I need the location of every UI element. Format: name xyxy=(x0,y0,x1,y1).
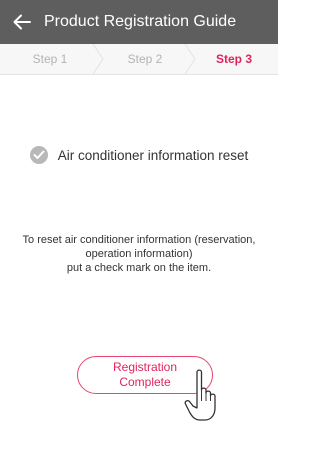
reset-option-row[interactable]: Air conditioner information reset xyxy=(0,146,278,164)
instruction-line-2: operation information) xyxy=(85,248,193,260)
step-indicator: Step 1 Step 2 Step 3 xyxy=(0,44,278,75)
instruction-text: To reset air conditioner information (re… xyxy=(10,233,268,275)
app-header: Product Registration Guide xyxy=(0,0,278,44)
step-3-active: Step 3 xyxy=(215,52,252,66)
step-2: Step 2 xyxy=(127,52,163,66)
step-1: Step 1 xyxy=(32,52,68,66)
instruction-line-1: To reset air conditioner information (re… xyxy=(22,234,256,246)
check-circle-icon[interactable] xyxy=(29,146,48,164)
hand-pointer-icon xyxy=(184,369,216,421)
registration-label-line-2: Complete xyxy=(119,375,171,389)
reset-option-label: Air conditioner information reset xyxy=(57,147,249,163)
back-arrow-icon[interactable] xyxy=(12,12,32,32)
product-registration-screen: Product Registration Guide Step 1 Step 2… xyxy=(0,0,278,466)
instruction-line-3: put a check mark on the item. xyxy=(66,262,212,274)
registration-complete-label: Registration Complete xyxy=(100,360,190,390)
page-title: Product Registration Guide xyxy=(44,13,237,30)
registration-label-line-1: Registration xyxy=(112,360,178,374)
